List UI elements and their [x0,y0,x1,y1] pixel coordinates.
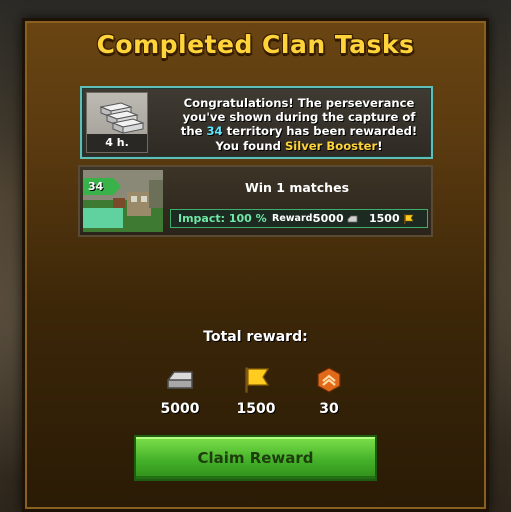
reward-silver-value: 5000 [313,212,344,225]
congrats-line-3: the 34 territory has been rewarded! [168,124,430,138]
total-rank: 30 [294,365,364,417]
silver-bars-icon [347,215,358,222]
total-silver-value: 5000 [160,401,200,417]
silver-booster-icon [99,102,145,134]
territory-number: 34 [206,124,223,139]
territory-level-badge: 34 [83,178,121,195]
congrats-line-4-suffix: ! [377,138,383,153]
total-flags-value: 1500 [236,401,276,417]
task-title: Win 1 matches [244,180,350,195]
impact-value: Impact: 100 % [178,212,267,225]
reward-silver: 5000 [313,210,358,227]
booster-duration: 4 h. [87,134,147,152]
total-rank-value: 30 [319,401,339,417]
congrats-line-3-suffix: territory has been rewarded! [222,124,418,139]
flag-icon [403,214,414,224]
reward-flags-value: 1500 [369,212,400,225]
claim-reward-button[interactable]: Claim Reward [134,435,377,481]
congratulations-message: Congratulations! The perseverance you've… [168,96,430,153]
congrats-line-4: You found Silver Booster! [168,139,430,153]
impact-reward-bar: Impact: 100 % Reward: 5000 1500 [170,209,428,228]
territory-thumbnail: 34 [83,170,163,232]
total-silver: 5000 [145,365,215,417]
reward-label: Reward: [272,213,317,224]
congrats-line-3-prefix: the [180,124,207,139]
flag-icon [244,366,270,394]
congratulations-card: 4 h. Congratulations! The perseverance y… [80,86,433,159]
reward-flags: 1500 [369,210,414,227]
task-card: 34 Win 1 matches Impact: 100 % Reward: 5… [78,165,433,237]
congrats-line-1: Congratulations! The perseverance [183,96,415,110]
silver-booster-thumbnail: 4 h. [86,92,148,153]
dialog-title: Completed Clan Tasks [96,30,415,59]
silver-bars-icon [167,371,193,389]
congrats-line-4-prefix: You found [215,138,285,153]
total-flags: 1500 [221,365,291,417]
rank-chevron-icon [317,367,341,393]
total-reward-label: Total reward: [203,329,308,345]
congrats-line-2: you've shown during the capture of [182,110,416,125]
booster-name: Silver Booster [284,138,378,153]
